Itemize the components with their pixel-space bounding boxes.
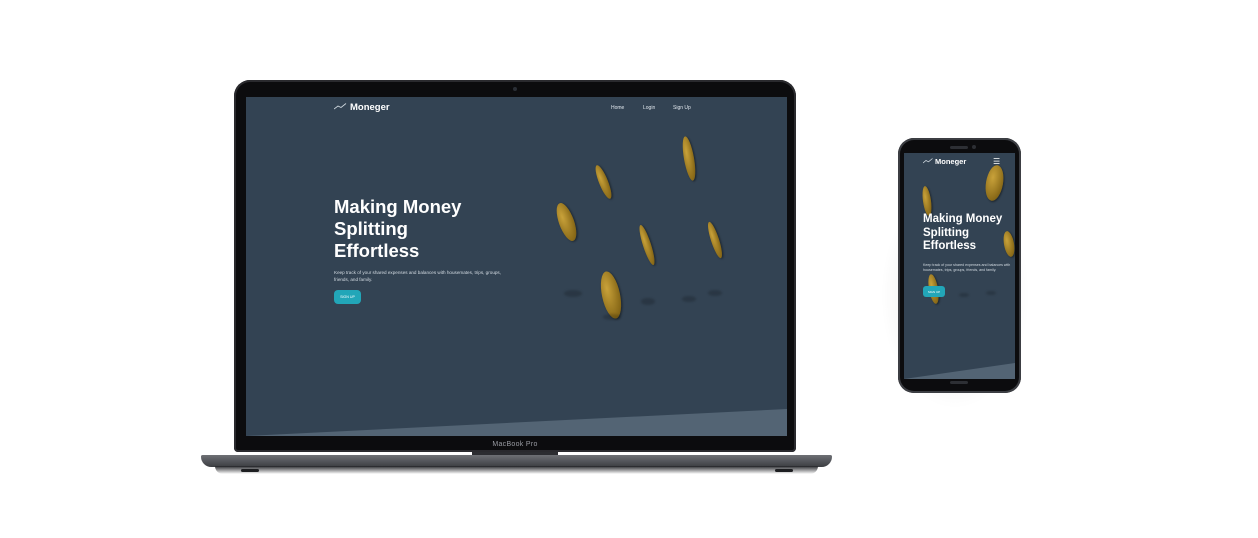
signup-button-mobile[interactable]: SIGN UP <box>923 286 945 297</box>
laptop-foot <box>241 469 259 472</box>
hero-title-mobile: Making Money Splitting Effortless <box>923 213 1015 254</box>
laptop-base-shadow <box>215 466 818 474</box>
coin-shadow <box>641 298 655 305</box>
hero-subtitle-mobile: Keep track of your shared expenses and b… <box>923 263 1011 272</box>
nav-login[interactable]: Login <box>643 105 655 111</box>
chart-line-logo-icon <box>922 157 933 166</box>
coin-image <box>636 223 658 267</box>
brand-name: Moneger <box>935 157 967 166</box>
coin-image <box>552 200 581 244</box>
laptop-foot <box>775 469 793 472</box>
coin-image <box>592 163 615 201</box>
laptop-screen: Moneger Home Login Sign Up Making Money … <box>246 97 787 436</box>
coin-shadow <box>986 291 996 295</box>
coin-shadow <box>603 314 621 320</box>
coin-shadow <box>708 290 722 296</box>
phone-home-indicator <box>950 381 968 384</box>
coin-shadow <box>959 293 969 297</box>
hero-title-line: Effortless <box>923 240 977 252</box>
signup-button[interactable]: SIGN UP <box>334 290 361 304</box>
laptop-model-label: MacBook Pro <box>492 441 538 448</box>
phone-screen: Moneger ☰ Making Money Splitting Effortl… <box>904 153 1015 379</box>
hero-title-line: Splitting <box>923 226 969 239</box>
brand-logo[interactable]: Moneger <box>333 102 390 113</box>
hero-title-line: Effortless <box>334 240 420 261</box>
brand-logo-mobile[interactable]: Moneger <box>922 157 967 166</box>
hero-title: Making Money Splitting Effortless <box>334 196 534 262</box>
hero-subtitle: Keep track of your shared expenses and b… <box>334 270 502 282</box>
coin-image <box>920 185 934 217</box>
bottom-wave-shape <box>904 363 1015 379</box>
coin-image <box>983 163 1006 203</box>
hero-title-line: Making Money <box>334 196 462 217</box>
coin-shadow <box>564 290 582 297</box>
laptop-camera <box>513 87 517 91</box>
coin-image <box>680 135 698 182</box>
hero-title-line: Splitting <box>334 218 408 239</box>
coin-image <box>597 269 625 321</box>
nav-home[interactable]: Home <box>611 105 624 111</box>
brand-name: Moneger <box>350 102 390 113</box>
coin-shadow <box>682 296 696 302</box>
phone-speaker <box>950 146 968 149</box>
chart-line-logo-icon <box>333 102 347 113</box>
bottom-wave-shape <box>246 409 787 436</box>
coin-image <box>705 220 725 260</box>
hero-title-line: Making Money <box>923 213 1003 225</box>
phone-camera <box>972 145 976 149</box>
nav-signup[interactable]: Sign Up <box>673 105 691 111</box>
